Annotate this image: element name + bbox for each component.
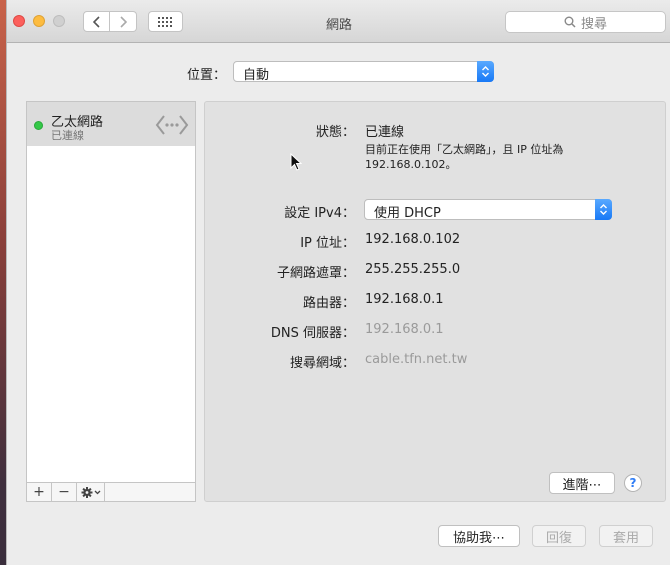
service-list-toolbar: + −	[27, 482, 195, 501]
service-status: 已連線	[51, 129, 84, 142]
assist-me-button[interactable]: 協助我⋯	[438, 525, 520, 547]
select-stepper-icon	[595, 199, 612, 220]
configure-ipv4-value: 使用 DHCP	[374, 206, 441, 221]
advanced-button[interactable]: 進階⋯	[549, 472, 615, 494]
mouse-pointer-icon	[290, 153, 302, 171]
ip-address-value: 192.168.0.102	[365, 232, 461, 247]
router-label: 路由器：	[302, 296, 355, 311]
location-select[interactable]: 自動	[233, 61, 494, 83]
status-label: 狀態：	[315, 125, 355, 140]
search-field[interactable]: 搜尋	[505, 11, 666, 33]
search-icon	[564, 16, 576, 28]
search-domain-label: 搜尋網域：	[289, 356, 355, 371]
status-value: 已連線	[365, 125, 405, 140]
remove-service-button[interactable]: −	[52, 483, 77, 501]
dns-server-label: DNS 伺服器：	[270, 326, 355, 341]
apply-button[interactable]: 套用	[599, 525, 653, 547]
search-placeholder: 搜尋	[580, 16, 607, 32]
help-button[interactable]: ?	[624, 474, 642, 492]
subnet-mask-value: 255.255.255.0	[365, 262, 461, 277]
connected-status-dot	[34, 121, 43, 130]
location-label: 位置：	[187, 68, 227, 83]
add-service-button[interactable]: +	[27, 483, 52, 501]
network-preferences-window: 網路 搜尋 位置： 自動 乙太網路 已連線 + − 狀態： 已連線 目前正在使用…	[6, 0, 670, 565]
service-actions-button[interactable]	[77, 483, 105, 501]
revert-button[interactable]: 回復	[532, 525, 586, 547]
title-bar: 網路 搜尋	[7, 0, 670, 43]
ip-address-label: IP 位址：	[300, 236, 355, 251]
subnet-mask-label: 子網路遮罩：	[276, 266, 355, 281]
status-description: 目前正在使用「乙太網路」，且 IP 位址為 192.168.0.102。	[365, 142, 625, 172]
select-stepper-icon	[477, 61, 494, 82]
configure-ipv4-label: 設定 IPv4：	[284, 206, 355, 221]
router-value: 192.168.0.1	[365, 292, 444, 307]
dns-server-value: 192.168.0.1	[365, 322, 444, 337]
search-domain-value: cable.tfn.net.tw	[365, 352, 468, 367]
location-value: 自動	[243, 68, 270, 83]
status-description-line-1: 目前正在使用「乙太網路」，且 IP 位址為	[365, 143, 564, 156]
gear-icon	[81, 486, 100, 498]
status-description-line-2: 192.168.0.102。	[365, 158, 457, 171]
configure-ipv4-select[interactable]: 使用 DHCP	[364, 199, 612, 221]
